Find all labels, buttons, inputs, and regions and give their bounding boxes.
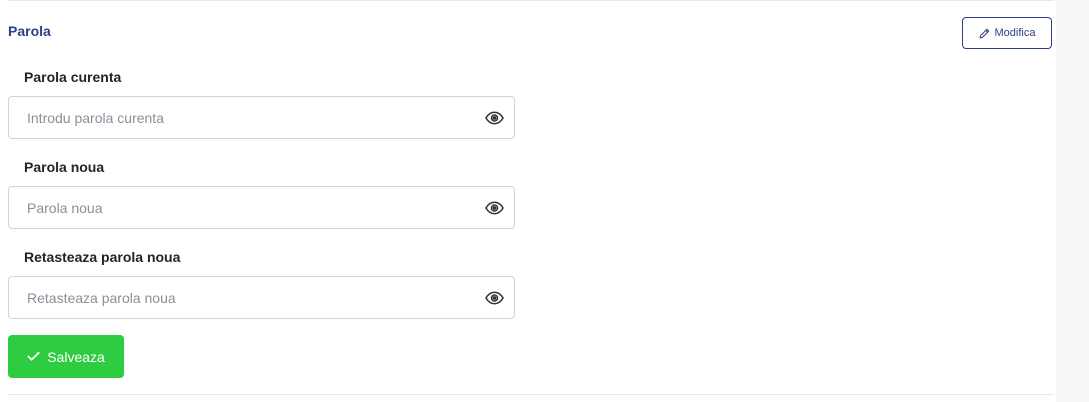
current-password-group (8, 96, 515, 139)
eye-icon[interactable] (485, 198, 504, 217)
page-side-strip (1056, 0, 1089, 402)
top-divider (8, 0, 1054, 1)
edit-button[interactable]: Modifica (962, 17, 1052, 49)
new-password-input[interactable] (9, 187, 479, 228)
password-section: Parola Modifica Parola curenta Parola no… (0, 0, 1089, 402)
current-password-input[interactable] (9, 97, 479, 138)
eye-icon[interactable] (485, 288, 504, 307)
eye-icon[interactable] (485, 108, 504, 127)
pencil-icon (979, 28, 990, 39)
edit-button-label: Modifica (994, 27, 1036, 39)
new-password-label: Parola noua (24, 159, 105, 175)
check-icon (27, 351, 40, 362)
save-button-label: Salveaza (47, 348, 105, 365)
section-title: Parola (8, 23, 51, 39)
confirm-password-group (8, 276, 515, 319)
confirm-password-input[interactable] (9, 277, 479, 318)
new-password-group (8, 186, 515, 229)
confirm-password-label: Retasteaza parola noua (24, 249, 181, 265)
save-button[interactable]: Salveaza (8, 335, 124, 378)
current-password-label: Parola curenta (24, 69, 122, 85)
bottom-divider (8, 394, 1054, 395)
